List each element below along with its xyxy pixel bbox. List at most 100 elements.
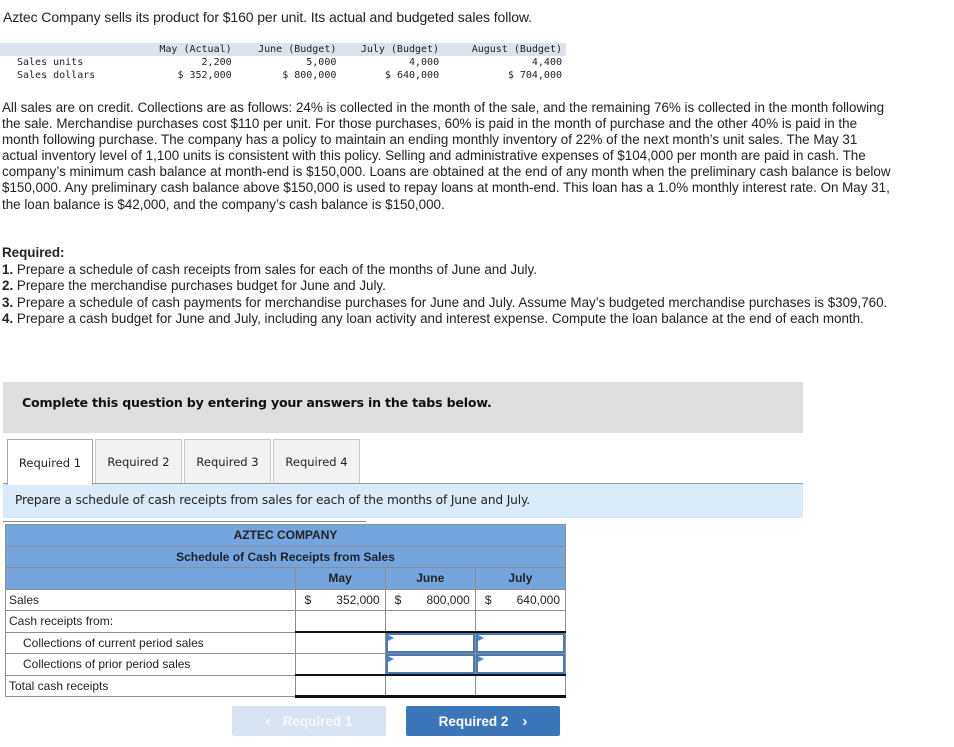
cell-value: $ 352,000 [177,70,232,81]
header-may: May (Actual) [159,44,232,55]
header-blank [0,43,141,56]
input-field-wrapper [475,654,565,674]
required-item-3: 3. Prepare a schedule of cash payments f… [2,295,892,312]
item-number: 2. [2,278,14,294]
chevron-left-icon: ‹ [265,712,271,730]
total-june [384,674,476,698]
currency-symbol: $ [394,592,402,607]
cash-receipts-label: Cash receipts from: [5,610,296,633]
instruction-text: Complete this question by entering your … [22,395,492,410]
sales-july: $640,000 [474,588,567,611]
amount: 640,000 [516,592,560,607]
required-item-2: 2. Prepare the merchandise purchases bud… [2,278,892,295]
month-header-june: June [384,567,476,590]
total-may [294,674,386,698]
total-july [474,674,567,698]
input-field-wrapper [385,654,475,674]
prior-june-cell [384,653,476,676]
cell-value: $ 704,000 [507,70,562,81]
item-text: Prepare a schedule of cash payments for … [13,294,888,310]
row-label: Sales dollars [17,70,96,81]
cash-receipts-schedule: AZTEC COMPANY Schedule of Cash Receipts … [5,524,567,698]
current-collections-label: Collections of current period sales [5,631,296,654]
tab-description: Prepare a schedule of cash receipts from… [3,484,803,518]
input-field-wrapper [475,633,565,653]
chevron-right-icon: › [522,712,528,730]
empty-cell [294,610,386,633]
empty-cell [294,653,386,676]
tab-required-2[interactable]: Required 2 [95,439,182,484]
prior-july-cell [474,653,567,676]
item-number: 3. [2,294,14,310]
prior-collections-row: Collections of prior period sales [5,653,567,676]
empty-cell [474,610,567,633]
required-title: Required: [2,245,65,260]
empty-cell [294,631,386,654]
header-june: June (Budget) [258,44,337,55]
cell-value: 5,000 [306,57,337,68]
month-header-may: May [294,567,386,590]
item-text: Prepare a schedule of cash receipts from… [13,261,537,277]
schedule-month-row: May June July [5,567,567,590]
sales-data-table: May (Actual) June (Budget) July (Budget)… [0,43,566,82]
sales-data-header-row: May (Actual) June (Budget) July (Budget)… [0,43,566,56]
cell-value: 4,400 [531,57,562,68]
divider [3,521,366,522]
header-july: July (Budget) [360,44,440,55]
prev-required-button[interactable]: ‹ Required 1 [232,706,386,736]
schedule-company-row: AZTEC COMPANY [5,524,566,547]
current-july-input[interactable] [477,637,563,653]
sales-june: $800,000 [384,588,476,611]
cash-receipts-row: Cash receipts from: [5,610,567,633]
item-number: 1. [2,261,14,277]
schedule-title: Schedule of Cash Receipts from Sales [5,545,566,568]
cell-value: 2,200 [201,57,232,68]
currency-symbol: $ [304,592,312,607]
total-receipts-row: Total cash receipts [5,674,567,698]
currency-symbol: $ [484,592,492,607]
current-july-cell [474,631,567,654]
sales-may: $352,000 [294,588,386,611]
current-june-cell [384,631,476,654]
cell-value: 4,000 [408,57,440,68]
input-field-wrapper [385,633,475,653]
prior-june-input[interactable] [387,658,473,674]
item-text: Prepare a cash budget for June and July,… [13,311,864,327]
problem-paragraph: All sales are on credit. Collections are… [2,100,891,212]
amount: 800,000 [426,592,470,607]
next-button-label: Required 2 [438,713,509,729]
schedule-title-row: Schedule of Cash Receipts from Sales [5,545,566,568]
total-receipts-label: Total cash receipts [5,674,296,697]
problem-intro: Aztec Company sells its product for $160… [3,9,532,25]
item-text: Prepare the merchandise purchases budget… [13,278,386,294]
schedule-company: AZTEC COMPANY [5,524,566,547]
tab-required-3[interactable]: Required 3 [184,439,271,484]
prior-collections-label: Collections of prior period sales [5,653,296,676]
current-collections-row: Collections of current period sales [5,631,567,654]
tab-required-1[interactable]: Required 1 [7,439,93,485]
required-item-1: 1. Prepare a schedule of cash receipts f… [2,262,892,279]
next-required-button[interactable]: Required 2 › [406,706,560,736]
required-item-4: 4. Prepare a cash budget for June and Ju… [2,311,892,328]
current-june-input[interactable] [387,637,473,653]
tab-required-4[interactable]: Required 4 [273,439,360,484]
sales-row: Sales $352,000 $800,000 $640,000 [5,588,567,611]
tab-description-text: Prepare a schedule of cash receipts from… [15,493,531,507]
empty-cell [384,610,476,633]
instruction-banner: Complete this question by entering your … [3,382,803,433]
month-header-blank [5,567,296,590]
prev-button-label: Required 1 [282,713,353,729]
header-august: August (Budget) [471,44,562,55]
month-header-july: July [474,567,567,590]
row-label: Sales units [17,57,84,68]
sales-units-row: Sales units 2,200 5,000 4,000 4,400 [0,56,566,69]
required-section: Required: 1. Prepare a schedule of cash … [2,245,892,328]
cell-value: $ 640,000 [384,70,440,81]
sales-dollars-row: Sales dollars $ 352,000 $ 800,000 $ 640,… [0,69,566,82]
item-number: 4. [2,311,14,327]
sales-label: Sales [5,588,296,611]
amount: 352,000 [336,592,380,607]
prior-july-input[interactable] [477,658,563,674]
cell-value: $ 800,000 [282,70,337,81]
tab-bar: Required 1 Required 2 Required 3 Require… [7,439,362,485]
